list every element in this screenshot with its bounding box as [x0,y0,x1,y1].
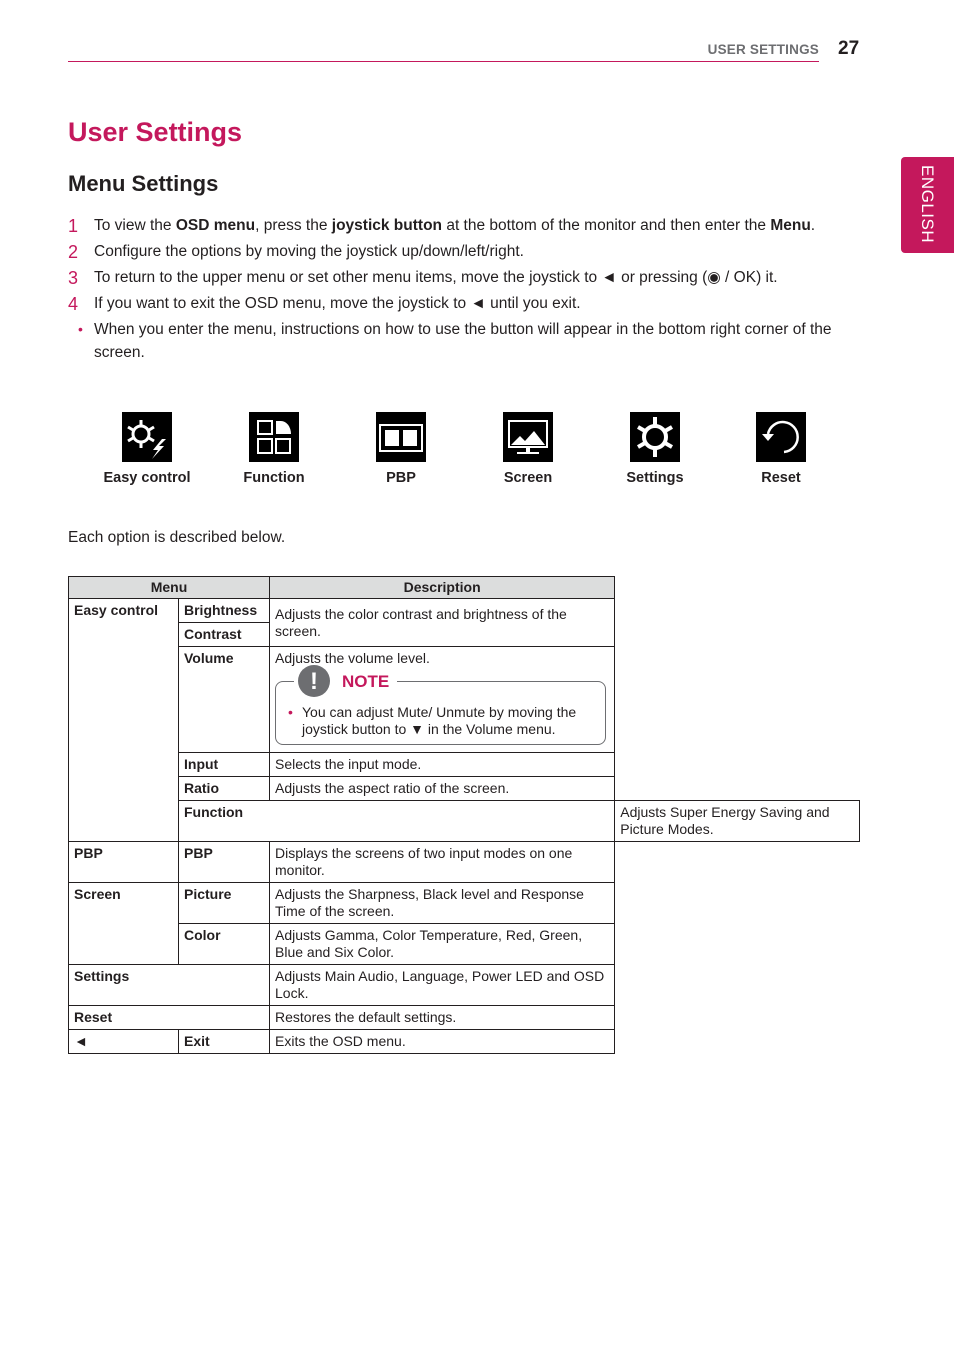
desc-settings: Adjusts Main Audio, Language, Power LED … [268,964,616,1006]
language-tab: ENGLISH [901,157,954,253]
table-header-row: Menu Description [68,576,860,599]
step-item: 3 To return to the upper menu or set othe… [68,266,848,289]
exclamation-icon: ! [298,665,330,697]
desc-reset: Restores the default settings. [268,1005,616,1030]
table-row: PBP PBP Displays the screens of two inpu… [68,841,860,883]
menu-icon-label: Screen [503,470,553,486]
step-text: To return to the upper menu or set other… [94,269,778,286]
step-text: at the bottom of the monitor and then en… [442,217,771,234]
bullet-icon: • [288,704,293,720]
table-row: Ratio Adjusts the aspect ratio of the sc… [69,776,860,801]
submenu-pbp: PBP [178,841,270,883]
menu-icon-screen: Screen [473,412,583,486]
instruction-steps: 1 To view the OSD menu, press the joystic… [68,214,848,367]
table-row: ◄ Exit Exits the OSD menu. [68,1029,860,1054]
desc-volume: Adjusts the volume level. ! NOTE • You ca… [268,646,616,753]
submenu-exit: Exit [178,1029,270,1054]
submenu-input: Input [178,752,270,777]
menu-icon-easy-control: Easy control [92,412,202,486]
menu-icon-function: Function [219,412,329,486]
step-number: 1 [68,216,79,236]
step-text: To view the [94,217,176,234]
back-arrow-icon: ◄ [68,1029,179,1054]
gear-icon [630,412,680,462]
menu-icon-label: PBP [386,470,416,486]
table-row: Color Adjusts Gamma, Color Temperature, … [69,923,860,965]
step-text: OSD menu [175,217,256,234]
monitor-landscape-icon [503,412,553,462]
menu-function: Function [177,800,616,842]
submenu-contrast: Contrast [178,622,270,647]
step-text: . [810,217,816,234]
note-text-content: You can adjust Mute/ Unmute by moving th… [302,704,577,737]
desc-picture: Adjusts the Sharpness, Black level and R… [268,882,616,924]
submenu-volume: Volume [178,646,270,753]
menu-icons-row: Easy control Function PBP Screen Setting… [92,412,852,492]
menu-icon-pbp: PBP [346,412,456,486]
table-row: Input Selects the input mode. [69,752,860,777]
menu-reset: Reset [68,1005,270,1030]
menu-icon-reset: Reset [726,412,836,486]
submenu-picture: Picture [178,882,270,924]
note-header: ! NOTE [294,665,398,697]
menu-icon-label: Function [243,470,305,486]
step-text: , press the [255,217,332,234]
menu-icon-label: Settings [626,470,684,486]
desc-pbp: Displays the screens of two input modes … [268,841,616,883]
reset-arrow-icon [756,412,806,462]
desc-function: Adjusts Super Energy Saving and Picture … [614,800,860,842]
table-row: Easy control Brightness Adjusts the colo… [68,598,860,842]
step-number: 2 [68,242,79,262]
step-text: When you enter the menu, instructions on… [94,321,832,361]
language-tab-label: ENGLISH [918,165,937,244]
menu-screen: Screen [68,882,179,965]
intro-text: Each option is described below. [68,529,286,546]
step-item: • When you enter the menu, instructions o… [68,318,848,364]
step-text: Configure the options by moving the joys… [94,243,524,260]
bullet-icon: • [78,321,83,337]
submenu-brightness: Brightness [178,598,270,623]
desc-ratio: Adjusts the aspect ratio of the screen. [268,776,616,801]
desc-input: Selects the input mode. [268,752,616,777]
step-text: Menu [770,217,811,234]
split-screen-icon [376,412,426,462]
table-row: Volume Adjusts the volume level. ! NOTE … [69,646,860,753]
note-title: NOTE [342,671,390,691]
page-number: 27 [838,38,860,59]
page-title: User Settings [68,117,243,147]
note-box: ! NOTE • You can adjust Mute/ Unmute by m… [275,665,607,745]
header-menu: Menu [68,576,270,599]
submenu-ratio: Ratio [178,776,270,801]
desc-exit: Exits the OSD menu. [268,1029,616,1054]
step-text: joystick button [331,217,443,234]
menu-icon-label: Reset [761,470,801,486]
step-item: 4 If you want to exit the OSD menu, move … [68,292,848,315]
submenu-color: Color [178,923,270,965]
header-rule [68,61,819,62]
header-description: Description [268,576,616,599]
running-header-section: USER SETTINGS [707,42,819,57]
menu-easy-control: Easy control [68,598,179,842]
menu-pbp: PBP [68,841,179,883]
grid-quadrant-icon [249,412,299,462]
menu-settings: Settings [68,964,270,1006]
table-row: Screen Picture Adjusts the Sharpness, Bl… [68,882,860,965]
step-item: 2 Configure the options by moving the joy… [68,240,848,263]
step-number: 4 [68,294,79,314]
step-number: 3 [68,268,79,288]
table-row: Settings Adjusts Main Audio, Language, P… [68,964,860,1006]
note-text: • You can adjust Mute/ Unmute by moving t… [288,704,585,738]
table-row: Function Adjusts Super Energy Saving and… [69,800,860,842]
step-text: If you want to exit the OSD menu, move t… [94,295,581,312]
menu-icon-label: Easy control [103,470,191,486]
desc-brightness-contrast: Adjusts the color contrast and brightnes… [268,598,616,647]
menu-table: Menu Description Easy control Brightness… [68,576,860,1054]
gear-lightning-icon [122,412,172,462]
table-row: Reset Restores the default settings. [68,1005,860,1030]
desc-color: Adjusts Gamma, Color Temperature, Red, G… [268,923,616,965]
step-item: 1 To view the OSD menu, press the joystic… [68,214,848,237]
menu-icon-settings: Settings [600,412,710,486]
section-title: Menu Settings [68,171,219,196]
